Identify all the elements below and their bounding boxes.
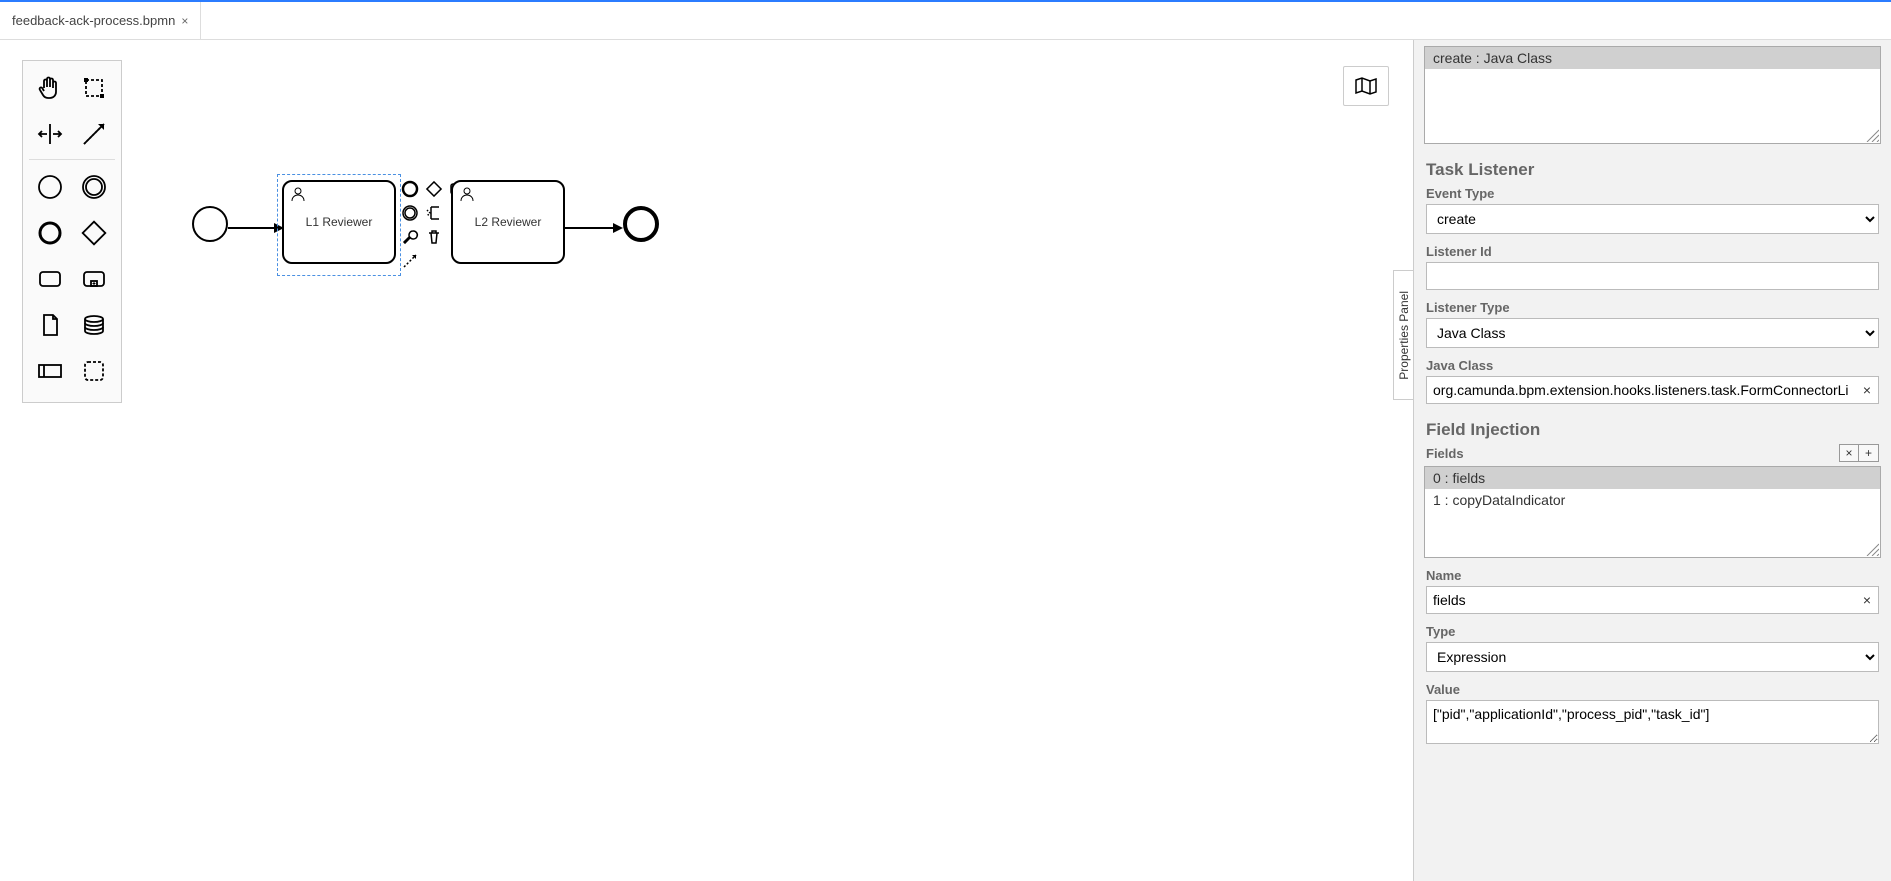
properties-panel-toggle[interactable]: Properties Panel [1393,270,1413,400]
delete-icon[interactable] [424,227,444,247]
value-input[interactable] [1426,700,1879,744]
create-participant-icon[interactable] [29,350,71,392]
task-listener-listbox[interactable]: create : Java Class [1424,46,1881,144]
start-event[interactable] [192,206,228,242]
task-listener-section-title: Task Listener [1414,152,1891,184]
event-type-select[interactable]: create [1426,204,1879,234]
close-tab-icon[interactable]: × [181,14,188,28]
properties-panel: create : Java Class Task Listener Event … [1413,40,1891,881]
create-task-icon[interactable] [29,258,71,300]
field-row[interactable]: 1 : copyDataIndicator [1425,489,1880,511]
java-class-label: Java Class [1426,358,1879,373]
append-end-event-icon[interactable] [400,179,420,199]
space-tool-icon[interactable] [29,113,71,155]
create-group-icon[interactable] [73,350,115,392]
clear-icon[interactable]: × [1863,592,1871,608]
name-input[interactable] [1426,586,1879,614]
properties-panel-toggle-label: Properties Panel [1397,291,1411,380]
listener-id-label: Listener Id [1426,244,1879,259]
listener-type-label: Listener Type [1426,300,1879,315]
connect-icon[interactable] [400,251,420,271]
name-label: Name [1426,568,1879,583]
listener-id-input[interactable] [1426,262,1879,290]
end-event[interactable] [623,206,659,242]
file-tab[interactable]: feedback-ack-process.bpmn × [0,2,201,39]
fields-listbox[interactable]: 0 : fields 1 : copyDataIndicator [1424,466,1881,558]
user-task-l1-reviewer[interactable]: L1 Reviewer [282,180,396,264]
type-label: Type [1426,624,1879,639]
task-label: L2 Reviewer [475,215,542,229]
type-select[interactable]: Expression [1426,642,1879,672]
create-intermediate-event-icon[interactable] [73,166,115,208]
create-data-object-icon[interactable] [29,304,71,346]
value-label: Value [1426,682,1879,697]
clear-icon[interactable]: × [1863,382,1871,398]
append-intermediate-event-icon[interactable] [400,203,420,223]
event-type-label: Event Type [1426,186,1879,201]
hand-tool-icon[interactable] [29,67,71,109]
annotation-icon[interactable] [424,203,444,223]
user-task-l2-reviewer[interactable]: L2 Reviewer [451,180,565,264]
create-end-event-icon[interactable] [29,212,71,254]
tab-bar: feedback-ack-process.bpmn × [0,0,1891,40]
user-task-icon [459,186,475,205]
user-task-icon [290,186,306,205]
listener-type-select[interactable]: Java Class [1426,318,1879,348]
global-connect-tool-icon[interactable] [73,113,115,155]
append-gateway-icon[interactable] [424,179,444,199]
sequence-flow-2[interactable] [565,222,623,238]
workspace: L1 Reviewer L2 Reviewer [0,40,1891,881]
create-start-event-icon[interactable] [29,166,71,208]
lasso-tool-icon[interactable] [73,67,115,109]
field-injection-section-title: Field Injection [1414,412,1891,444]
field-row[interactable]: 0 : fields [1425,467,1880,489]
wrench-icon[interactable] [400,227,420,247]
remove-field-button[interactable]: × [1839,444,1859,462]
listener-row[interactable]: create : Java Class [1425,47,1880,69]
minimap-toggle[interactable] [1343,66,1389,106]
tool-palette [22,60,122,403]
tab-filename: feedback-ack-process.bpmn [12,13,175,28]
add-field-button[interactable]: + [1859,444,1879,462]
java-class-input[interactable] [1426,376,1879,404]
create-gateway-icon[interactable] [73,212,115,254]
create-data-store-icon[interactable] [73,304,115,346]
sequence-flow-1[interactable] [228,222,284,238]
create-subprocess-icon[interactable] [73,258,115,300]
fields-label: Fields [1426,446,1464,461]
task-label: L1 Reviewer [306,215,373,229]
